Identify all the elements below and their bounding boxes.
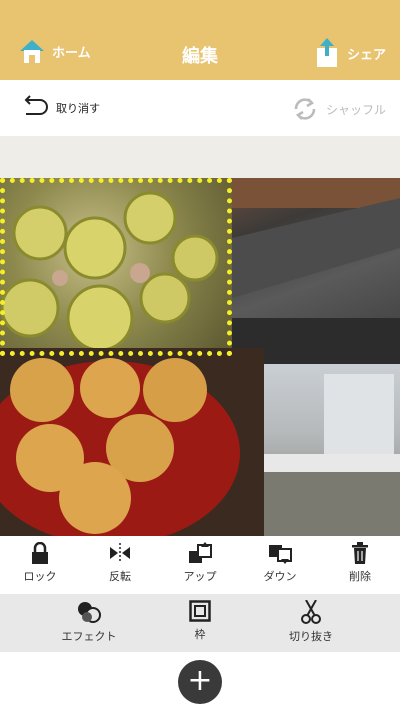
selection-frame (0, 178, 232, 356)
photo-takoyaki[interactable] (0, 348, 264, 536)
delete-button[interactable]: 削除 (330, 542, 390, 584)
effect-icon (78, 602, 101, 623)
shuffle-label: シャッフル (325, 102, 386, 117)
lock-label: ロック (23, 570, 57, 583)
frame-button[interactable]: 枠 (170, 600, 230, 642)
frame-label: 枠 (194, 628, 206, 641)
photo-street-night[interactable] (232, 178, 400, 364)
send-backward-button[interactable]: ダウン (250, 542, 310, 584)
plus-icon: + (187, 663, 213, 698)
effect-label: エフェクト (61, 630, 117, 643)
shuffle-button[interactable]: シャッフル (290, 94, 386, 124)
scissors-icon (301, 600, 321, 624)
lock-icon (32, 542, 48, 564)
undo-label: 取り消す (56, 102, 100, 115)
flip-label: 反転 (109, 570, 131, 583)
lock-button[interactable]: ロック (10, 542, 70, 584)
add-photo-button[interactable]: + (178, 660, 222, 704)
collage-canvas[interactable] (0, 136, 400, 536)
undo-button[interactable]: 取り消す (18, 94, 100, 122)
style-toolbar: エフェクト 枠 切り抜き (0, 594, 400, 652)
flip-icon (110, 543, 130, 563)
app-header: ホーム 編集 シェア (0, 0, 400, 80)
bottom-bar: + (0, 652, 400, 710)
flip-button[interactable]: 反転 (90, 542, 150, 584)
bring-forward-button[interactable]: アップ (170, 542, 230, 584)
undo-icon (24, 95, 48, 115)
shuffle-icon (294, 98, 316, 120)
effect-button[interactable]: エフェクト (58, 600, 120, 644)
frame-icon (189, 600, 211, 622)
bring-forward-icon (189, 542, 212, 563)
share-button[interactable]: シェア (315, 38, 386, 68)
history-toolbar: 取り消す シャッフル (0, 80, 400, 136)
crop-button[interactable]: 切り抜き (276, 600, 346, 644)
edit-toolbar: ロック 反転 アップ ダウン 削除 (0, 536, 400, 594)
bring-forward-label: アップ (183, 570, 217, 583)
crop-label: 切り抜き (289, 630, 333, 643)
share-icon (316, 38, 337, 67)
send-backward-icon (269, 545, 292, 564)
delete-label: 削除 (349, 570, 371, 583)
trash-icon (352, 542, 368, 564)
share-label: シェア (346, 47, 386, 63)
send-backward-label: ダウン (263, 570, 297, 583)
photo-train-building[interactable] (264, 364, 400, 536)
